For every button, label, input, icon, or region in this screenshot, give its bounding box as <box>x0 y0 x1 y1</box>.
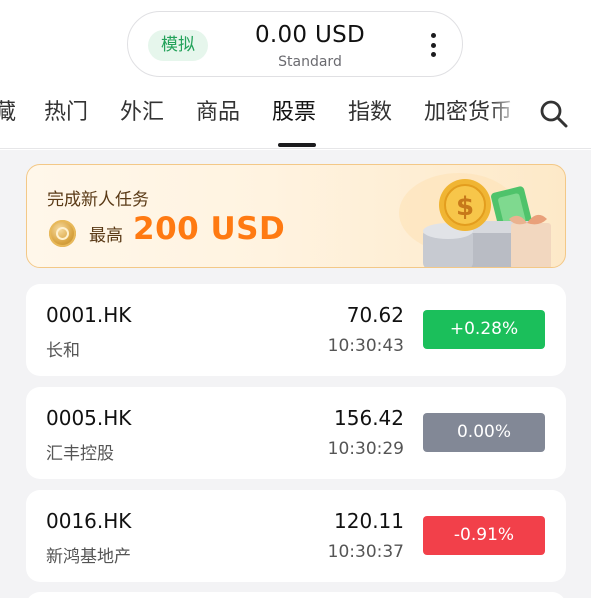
change-badge[interactable]: +0.28% <box>423 310 545 349</box>
search-icon[interactable] <box>538 98 570 130</box>
stock-row[interactable]: 0016.HK 新鸿基地产 120.11 10:30:37 -0.91% <box>26 490 566 582</box>
stock-time: 10:30:29 <box>327 439 404 459</box>
account-balance: 0.00 USD <box>254 22 366 48</box>
tab-popular[interactable]: 热门 <box>44 98 88 128</box>
coin-icon <box>49 220 76 247</box>
stock-row-partial[interactable] <box>26 592 566 598</box>
stock-row[interactable]: 0005.HK 汇丰控股 156.42 10:30:29 0.00% <box>26 387 566 479</box>
tab-scroll-fade <box>490 90 520 148</box>
banner-max-label: 最高 <box>89 226 123 246</box>
tab-commodities[interactable]: 商品 <box>196 98 240 128</box>
stock-price: 70.62 <box>346 303 404 327</box>
demo-mode-badge: 模拟 <box>148 30 208 61</box>
header-divider <box>0 148 591 149</box>
stock-symbol: 0016.HK <box>46 509 132 533</box>
stock-row[interactable]: 0001.HK 长和 70.62 10:30:43 +0.28% <box>26 284 566 376</box>
header: 模拟 0.00 USD Standard 藏 热门 外汇 商品 股票 指数 加密… <box>0 0 591 150</box>
stock-name: 长和 <box>46 341 80 361</box>
tab-indices[interactable]: 指数 <box>348 98 392 128</box>
banner-reward-amount: 200 USD <box>133 211 286 247</box>
app-screen: 模拟 0.00 USD Standard 藏 热门 外汇 商品 股票 指数 加密… <box>0 0 591 598</box>
category-tabs: 藏 热门 外汇 商品 股票 指数 加密货币 <box>0 90 520 148</box>
tab-forex[interactable]: 外汇 <box>120 98 164 128</box>
stock-time: 10:30:43 <box>327 336 404 356</box>
banner-title: 完成新人任务 <box>47 190 149 210</box>
stock-name: 汇丰控股 <box>46 444 114 464</box>
newcomer-task-banner[interactable]: 完成新人任务 最高 200 USD $ <box>26 164 566 268</box>
stock-price: 120.11 <box>334 509 404 533</box>
stock-price: 156.42 <box>334 406 404 430</box>
active-tab-indicator <box>278 143 316 147</box>
account-type: Standard <box>278 54 342 70</box>
account-switcher[interactable]: 模拟 0.00 USD Standard <box>127 11 463 77</box>
stock-time: 10:30:37 <box>327 542 404 562</box>
gift-money-illustration: $ <box>399 173 551 267</box>
change-badge[interactable]: 0.00% <box>423 413 545 452</box>
stock-symbol: 0005.HK <box>46 406 132 430</box>
tab-stocks[interactable]: 股票 <box>272 98 316 128</box>
svg-text:$: $ <box>456 192 474 222</box>
change-badge[interactable]: -0.91% <box>423 516 545 555</box>
tab-favorites[interactable]: 藏 <box>0 98 16 128</box>
more-vertical-icon[interactable] <box>426 30 440 60</box>
stock-name: 新鸿基地产 <box>46 547 131 567</box>
stock-symbol: 0001.HK <box>46 303 132 327</box>
